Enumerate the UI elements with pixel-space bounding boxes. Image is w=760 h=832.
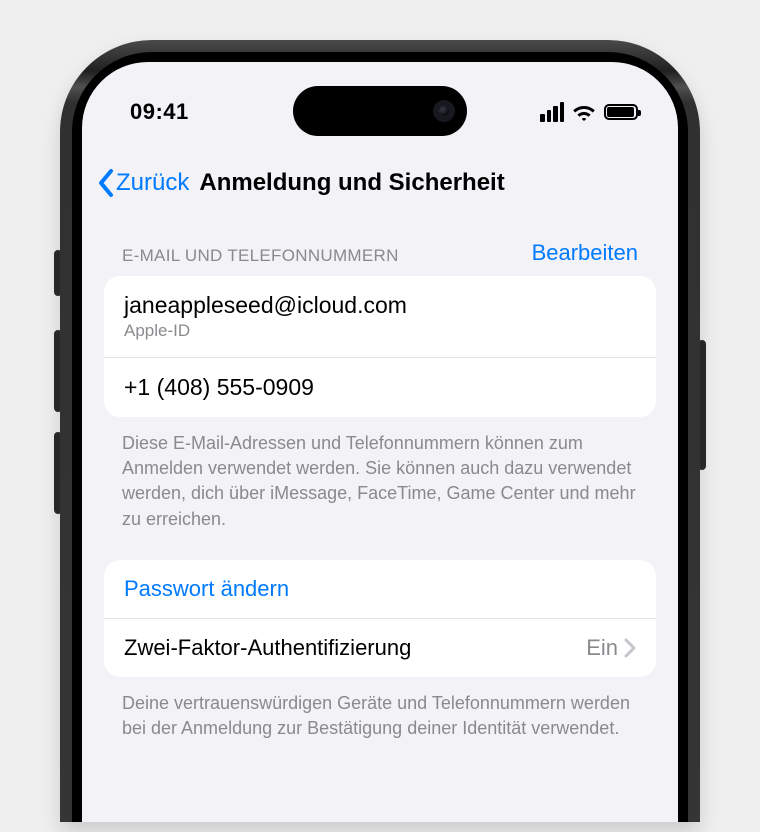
screen: 09:41	[82, 62, 678, 822]
phone-frame: 09:41	[60, 40, 700, 822]
back-label: Zurück	[116, 169, 189, 197]
chevron-right-icon	[624, 638, 636, 658]
cellular-signal-icon	[540, 102, 564, 122]
email-value: janeappleseed@icloud.com	[124, 292, 636, 319]
section-header-label: E-MAIL UND TELEFONNUMMERN	[122, 246, 399, 266]
edit-button[interactable]: Bearbeiten	[532, 240, 638, 266]
contacts-card: janeappleseed@icloud.com Apple-ID +1 (40…	[104, 276, 656, 417]
email-row[interactable]: janeappleseed@icloud.com Apple-ID	[104, 276, 656, 357]
two-factor-label: Zwei-Faktor-Authentifizierung	[124, 635, 411, 661]
section-header-contacts: E-MAIL UND TELEFONNUMMERN Bearbeiten	[104, 222, 656, 276]
back-button[interactable]: Zurück	[96, 168, 189, 198]
two-factor-value: Ein	[586, 635, 618, 661]
phone-row[interactable]: +1 (408) 555-0909	[104, 357, 656, 417]
status-time: 09:41	[130, 99, 189, 125]
security-footer: Deine vertrauenswürdigen Geräte und Tele…	[104, 677, 656, 741]
page-title: Anmeldung und Sicherheit	[199, 169, 504, 197]
battery-icon	[604, 104, 638, 120]
change-password-row[interactable]: Passwort ändern	[104, 560, 656, 618]
two-factor-row[interactable]: Zwei-Faktor-Authentifizierung Ein	[104, 618, 656, 677]
wifi-icon	[572, 103, 596, 121]
security-card: Passwort ändern Zwei-Faktor-Authentifizi…	[104, 560, 656, 677]
contacts-footer: Diese E-Mail-Adressen und Telefonnummern…	[104, 417, 656, 532]
status-bar: 09:41	[82, 62, 678, 142]
phone-value: +1 (408) 555-0909	[124, 374, 636, 401]
change-password-label: Passwort ändern	[124, 576, 636, 602]
email-sublabel: Apple-ID	[124, 321, 636, 341]
chevron-left-icon	[96, 168, 114, 198]
